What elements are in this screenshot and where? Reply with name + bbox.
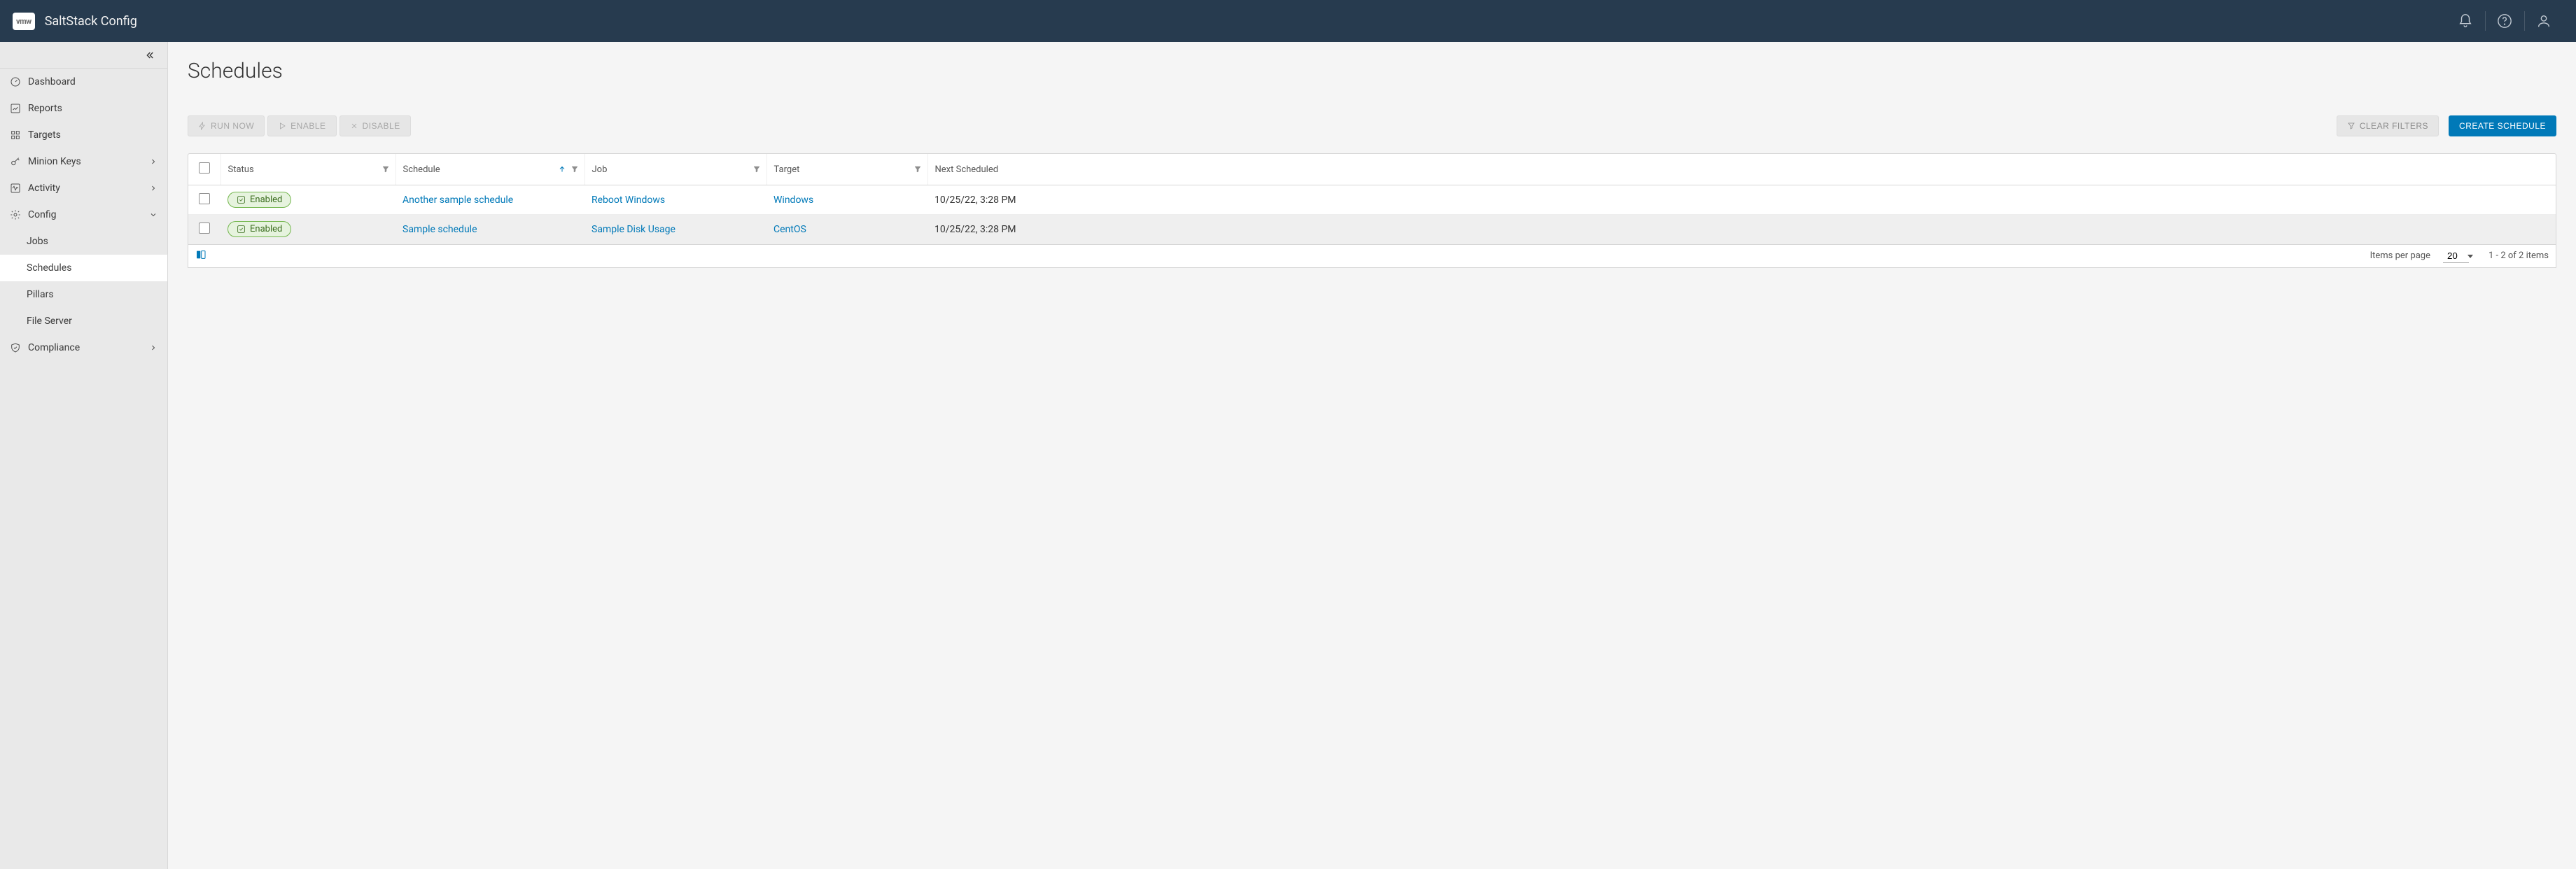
action-bar: Run Now Enable Disable Clear Filters Cre… [188, 115, 2556, 136]
sidebar-item-label: Dashboard [28, 76, 158, 87]
filter-icon[interactable] [382, 165, 390, 174]
select-all-checkbox[interactable] [199, 162, 210, 174]
sidebar-item-compliance[interactable]: Compliance [0, 334, 167, 361]
activity-icon [10, 183, 21, 194]
schedule-link[interactable]: Sample schedule [402, 224, 477, 235]
user-icon[interactable] [2524, 0, 2563, 42]
col-job[interactable]: Job [592, 164, 608, 175]
column-toggle-icon[interactable] [195, 249, 206, 263]
sidebar-item-label: Activity [28, 183, 142, 194]
sidebar-item-reports[interactable]: Reports [0, 95, 167, 122]
sidebar-item-activity[interactable]: Activity [0, 175, 167, 202]
run-now-label: Run Now [211, 121, 254, 131]
bell-icon[interactable] [2446, 0, 2485, 42]
target-link[interactable]: CentOS [774, 224, 806, 235]
table-footer: Items per page 20 1 - 2 of 2 items [188, 245, 2556, 268]
pagination-range: 1 - 2 of 2 items [2488, 250, 2549, 261]
topbar: vmw SaltStack Config [0, 0, 2576, 42]
sidebar-sub-pillars[interactable]: Pillars [0, 281, 167, 308]
help-icon[interactable] [2485, 0, 2524, 42]
col-schedule[interactable]: Schedule [403, 164, 440, 175]
sidebar-item-label: Minion Keys [28, 156, 142, 167]
chevron-right-icon [149, 157, 158, 166]
key-icon [10, 156, 21, 167]
main-content: Schedules Run Now Enable Disable Clear F… [168, 42, 2576, 869]
gauge-icon [10, 76, 21, 87]
filter-icon[interactable] [570, 165, 579, 174]
sidebar-item-dashboard[interactable]: Dashboard [0, 69, 167, 95]
sidebar-item-config[interactable]: Config [0, 202, 167, 228]
items-per-page-label: Items per page [2370, 250, 2430, 261]
grid-icon [10, 129, 21, 141]
create-schedule-button[interactable]: Create Schedule [2449, 115, 2556, 136]
sidebar-item-label: Targets [28, 129, 158, 141]
schedules-table: Status Schedule Job [188, 153, 2556, 245]
status-badge: Enabled [227, 221, 291, 237]
topbar-actions [2446, 0, 2563, 42]
next-scheduled: 10/25/22, 3:28 PM [934, 195, 1016, 206]
gear-icon [10, 209, 21, 220]
table-row: Enabled Sample schedule Sample Disk Usage C… [188, 215, 2556, 244]
sidebar-item-minion-keys[interactable]: Minion Keys [0, 148, 167, 175]
sidebar-sub-schedules[interactable]: Schedules [0, 255, 167, 281]
shield-icon [10, 342, 21, 353]
chart-icon [10, 103, 21, 114]
sidebar-collapse[interactable] [0, 42, 167, 69]
chevron-down-icon [149, 211, 158, 219]
page-size-select[interactable]: 20 [2443, 249, 2469, 263]
sidebar-sub-jobs[interactable]: Jobs [0, 228, 167, 255]
sidebar-item-targets[interactable]: Targets [0, 122, 167, 148]
enable-label: Enable [290, 121, 326, 131]
sidebar: Dashboard Reports Targets Minion Keys Activi… [0, 42, 168, 869]
job-link[interactable]: Reboot Windows [592, 195, 665, 206]
sidebar-item-label: Compliance [28, 342, 142, 353]
filter-icon[interactable] [752, 165, 761, 174]
job-link[interactable]: Sample Disk Usage [592, 224, 676, 235]
col-target[interactable]: Target [774, 164, 800, 175]
chevron-right-icon [149, 344, 158, 352]
status-badge: Enabled [227, 192, 291, 208]
clear-filters-button[interactable]: Clear Filters [2337, 115, 2439, 136]
row-checkbox[interactable] [199, 193, 210, 204]
next-scheduled: 10/25/22, 3:28 PM [934, 224, 1016, 235]
page-title: Schedules [188, 59, 2556, 83]
sidebar-item-label: Reports [28, 103, 158, 114]
app-title: SaltStack Config [45, 14, 137, 29]
filter-icon[interactable] [913, 165, 922, 174]
enable-button[interactable]: Enable [267, 115, 336, 136]
disable-label: Disable [363, 121, 400, 131]
chevron-right-icon [149, 184, 158, 192]
sort-asc-icon[interactable] [558, 165, 566, 174]
vmware-logo: vmw [13, 13, 35, 30]
run-now-button[interactable]: Run Now [188, 115, 265, 136]
table-row: Enabled Another sample schedule Reboot Win… [188, 185, 2556, 215]
col-next[interactable]: Next Scheduled [935, 164, 999, 175]
row-checkbox[interactable] [199, 222, 210, 234]
target-link[interactable]: Windows [774, 195, 813, 206]
sidebar-item-label: Config [28, 209, 142, 220]
col-status[interactable]: Status [228, 164, 254, 175]
disable-button[interactable]: Disable [340, 115, 411, 136]
clear-filters-label: Clear Filters [2360, 121, 2428, 131]
sidebar-sub-file-server[interactable]: File Server [0, 308, 167, 334]
create-schedule-label: Create Schedule [2459, 121, 2546, 131]
schedule-link[interactable]: Another sample schedule [402, 195, 513, 206]
